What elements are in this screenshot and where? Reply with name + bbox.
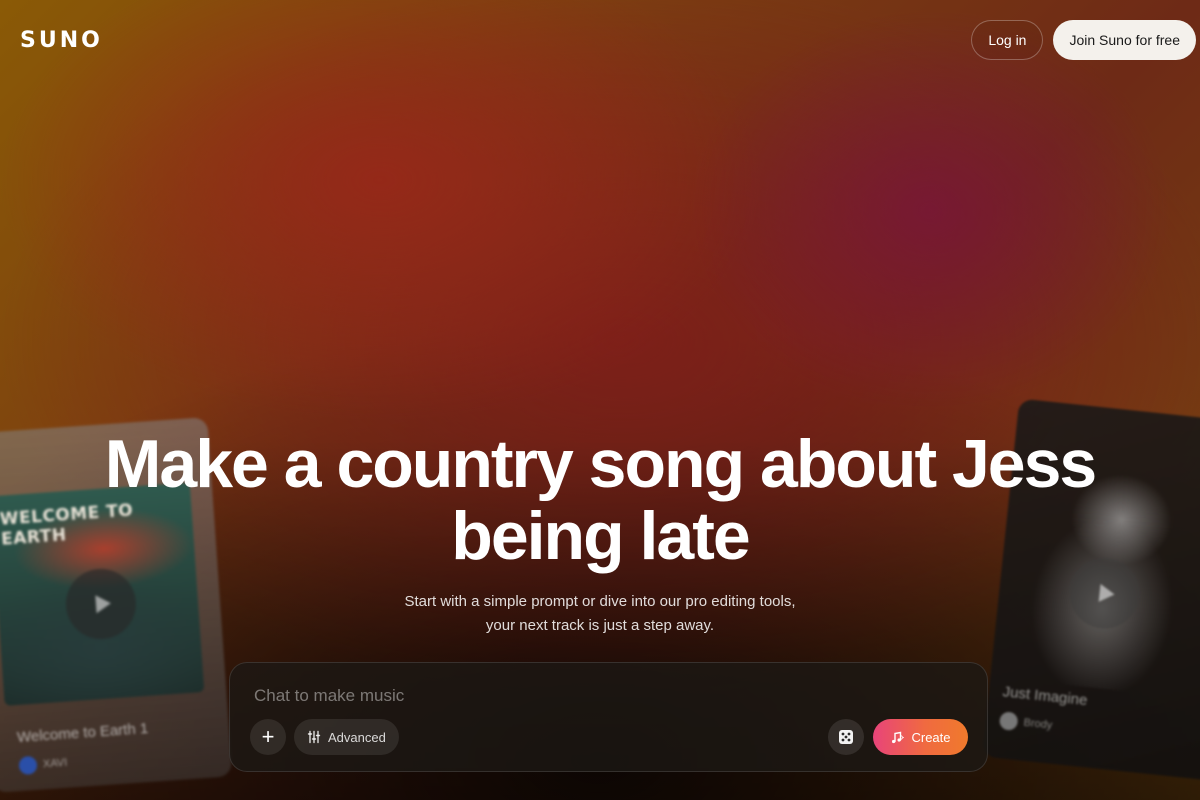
avatar: [18, 755, 38, 776]
song-artist: XAVI: [18, 754, 68, 776]
song-artist: Brody: [998, 711, 1053, 734]
add-button[interactable]: +: [250, 719, 286, 755]
play-icon: [1098, 583, 1115, 604]
avatar: [998, 711, 1019, 731]
create-label: Create: [911, 729, 951, 745]
sliders-icon: [307, 730, 321, 744]
artist-name: Brody: [1022, 716, 1053, 732]
artist-name: XAVI: [42, 756, 68, 771]
join-button[interactable]: Join Suno for free: [1053, 20, 1196, 60]
login-button[interactable]: Log in: [971, 20, 1044, 60]
hero-title: Make a country song about Jess being lat…: [104, 426, 1098, 574]
advanced-button[interactable]: Advanced: [294, 719, 399, 755]
chat-composer: + Advanced: [229, 662, 988, 772]
song-title: Welcome to Earth 1: [16, 719, 149, 747]
play-button[interactable]: [63, 566, 139, 642]
random-prompt-button[interactable]: [828, 719, 864, 755]
create-button[interactable]: Create: [873, 719, 968, 755]
plus-icon: +: [261, 724, 275, 749]
suno-logo[interactable]: SUNO: [20, 28, 103, 53]
music-sparkle-icon: [892, 731, 905, 744]
chat-input[interactable]: [254, 683, 954, 709]
song-title: Just Imagine: [1001, 683, 1089, 710]
dice-icon: [839, 730, 853, 744]
header-nav: Log in Join Suno for free: [971, 20, 1196, 60]
advanced-label: Advanced: [328, 729, 386, 745]
hero-subtitle: Start with a simple prompt or dive into …: [404, 593, 796, 634]
play-icon: [94, 594, 112, 614]
